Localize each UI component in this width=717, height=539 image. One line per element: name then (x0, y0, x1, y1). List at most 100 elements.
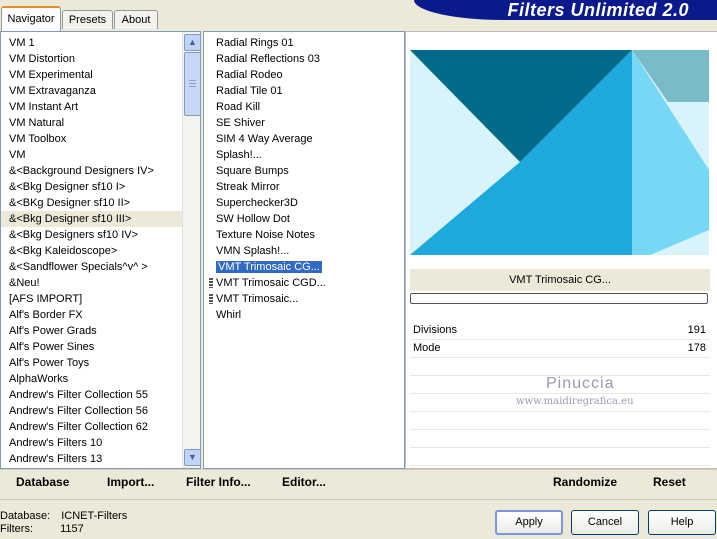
param-row-mode[interactable]: Mode 178 (410, 340, 710, 358)
filter-item-label: Splash!... (216, 149, 262, 161)
selected-filter-name: VMT Trimosaic CG... (410, 269, 710, 291)
category-item[interactable]: &<BKg Designer sf10 II> (1, 195, 182, 211)
filter-item[interactable]: Superchecker3D (204, 195, 404, 211)
category-item[interactable]: &Neu! (1, 275, 182, 291)
param-value[interactable]: 178 (688, 340, 706, 357)
tab-presets[interactable]: Presets (62, 10, 113, 29)
status-info: Database: ICNET-Filters Filters: 1157 (0, 510, 127, 536)
category-item[interactable]: VM 1 (1, 35, 182, 51)
filter-item[interactable]: Splash!... (204, 147, 404, 163)
param-value[interactable]: 191 (688, 322, 706, 339)
filter-item-label: VMN Splash!... (216, 245, 290, 257)
param-label: Divisions (413, 324, 458, 336)
reset-button[interactable]: Reset (653, 475, 686, 489)
app-title: Filters Unlimited 2.0 (507, 0, 689, 20)
randomize-button[interactable]: Randomize (553, 475, 617, 489)
filter-item-label: Whirl (216, 309, 242, 321)
category-item[interactable]: Andrew's Filter Collection 62 (1, 419, 182, 435)
filter-item-label: Square Bumps (216, 165, 289, 177)
watermark-url: www.maidiregrafica.eu (516, 396, 634, 407)
watermark-name: Pinuccia (546, 375, 615, 392)
category-item[interactable]: VM Extravaganza (1, 83, 182, 99)
tab-about[interactable]: About (114, 10, 158, 29)
filter-item[interactable]: SW Hollow Dot (204, 211, 404, 227)
category-item[interactable]: VM Distortion (1, 51, 182, 67)
database-label: Database: (0, 510, 51, 522)
cancel-button[interactable]: Cancel (571, 510, 639, 535)
category-item[interactable]: Andrew's Filters 13 (1, 451, 182, 467)
filter-item[interactable]: VMT Trimosaic CGD... (204, 275, 404, 291)
param-label: Mode (413, 342, 441, 354)
param-row-empty (410, 358, 710, 376)
category-item[interactable]: VM Natural (1, 115, 182, 131)
category-item[interactable]: &<Bkg Designer sf10 III> (1, 211, 182, 227)
filter-item[interactable]: SIM 4 Way Average (204, 131, 404, 147)
filter-item[interactable]: Radial Reflections 03 (204, 51, 404, 67)
category-scrollbar[interactable]: ▲ ▼ (182, 32, 201, 468)
filter-item[interactable]: Radial Rodeo (204, 67, 404, 83)
category-item[interactable]: VM Toolbox (1, 131, 182, 147)
category-item[interactable]: Andrew's Filter Collection 56 (1, 403, 182, 419)
filters-count: 1157 (60, 523, 84, 535)
category-list[interactable]: VM 1 VM Distortion VM Experimental VM Extra… (0, 31, 201, 469)
filter-item-label: Radial Tile 01 (216, 85, 283, 97)
preview-image (410, 50, 709, 255)
filter-item-label: SE Shiver (216, 117, 265, 129)
category-item[interactable]: Alf's Power Grads (1, 323, 182, 339)
filter-item[interactable]: VMT Trimosaic CG... (204, 259, 404, 275)
app-banner: Filters Unlimited 2.0 (414, 0, 717, 20)
scroll-down-icon[interactable]: ▼ (184, 449, 201, 466)
filter-item[interactable]: Square Bumps (204, 163, 404, 179)
filters-label: Filters: (0, 523, 33, 535)
filter-item[interactable]: VMN Splash!... (204, 243, 404, 259)
filter-item-label: Texture Noise Notes (216, 229, 316, 241)
param-row-empty (410, 448, 710, 466)
category-item[interactable]: &<Background Designers IV> (1, 163, 182, 179)
filter-item[interactable]: Road Kill (204, 99, 404, 115)
category-item[interactable]: [AFS IMPORT] (1, 291, 182, 307)
filter-item-label: Radial Reflections 03 (216, 53, 320, 65)
category-item[interactable]: VM Instant Art (1, 99, 182, 115)
filter-item[interactable]: Streak Mirror (204, 179, 404, 195)
filter-info-button[interactable]: Filter Info... (186, 475, 251, 489)
filter-item-label: SIM 4 Way Average (216, 133, 313, 145)
filter-item[interactable]: VMT Trimosaic... (204, 291, 404, 307)
filter-item[interactable]: Texture Noise Notes (204, 227, 404, 243)
filter-item-label: VMT Trimosaic... (216, 293, 299, 305)
database-button[interactable]: Database (16, 475, 69, 489)
tab-navigator[interactable]: Navigator (1, 6, 61, 31)
filter-item-label: Streak Mirror (216, 181, 280, 193)
category-item[interactable]: AlphaWorks (1, 371, 182, 387)
editor-button[interactable]: Editor... (282, 475, 326, 489)
category-item[interactable]: VM Experimental (1, 67, 182, 83)
category-item[interactable]: Andrew's Filter Collection 55 (1, 387, 182, 403)
category-item[interactable]: &<Bkg Designer sf10 I> (1, 179, 182, 195)
category-item[interactable]: Alf's Power Toys (1, 355, 182, 371)
category-item[interactable]: Andrew's Filters 10 (1, 435, 182, 451)
drag-handle-icon (209, 294, 213, 305)
scroll-thumb[interactable] (184, 52, 201, 116)
import-button[interactable]: Import... (107, 475, 154, 489)
param-row-empty (410, 412, 710, 430)
category-item[interactable]: &<Sandflower Specials^v^ > (1, 259, 182, 275)
preview-panel: VMT Trimosaic CG... Divisions 191 Mode 178 … (405, 31, 717, 469)
filter-item-label: VMT Trimosaic CG... (216, 261, 322, 273)
category-item[interactable]: Alf's Power Sines (1, 339, 182, 355)
filter-item-label: Superchecker3D (216, 197, 298, 209)
category-item[interactable]: Alf's Border FX (1, 307, 182, 323)
category-item[interactable]: VM (1, 147, 182, 163)
filter-item-label: Radial Rings 01 (216, 37, 294, 49)
filter-item[interactable]: Radial Rings 01 (204, 35, 404, 51)
filter-item[interactable]: Radial Tile 01 (204, 83, 404, 99)
param-row-divisions[interactable]: Divisions 191 (410, 322, 710, 340)
filter-item[interactable]: SE Shiver (204, 115, 404, 131)
category-item[interactable]: &<Bkg Kaleidoscope> (1, 243, 182, 259)
filter-item[interactable]: Whirl (204, 307, 404, 323)
help-button[interactable]: Help (648, 510, 716, 535)
scroll-up-icon[interactable]: ▲ (184, 34, 201, 51)
filter-item-label: VMT Trimosaic CGD... (216, 277, 326, 289)
filter-list[interactable]: Radial Rings 01 Radial Reflections 03 Radi… (203, 31, 405, 469)
category-item[interactable]: &<Bkg Designers sf10 IV> (1, 227, 182, 243)
filter-item-label: Radial Rodeo (216, 69, 283, 81)
apply-button[interactable]: Apply (495, 510, 563, 535)
